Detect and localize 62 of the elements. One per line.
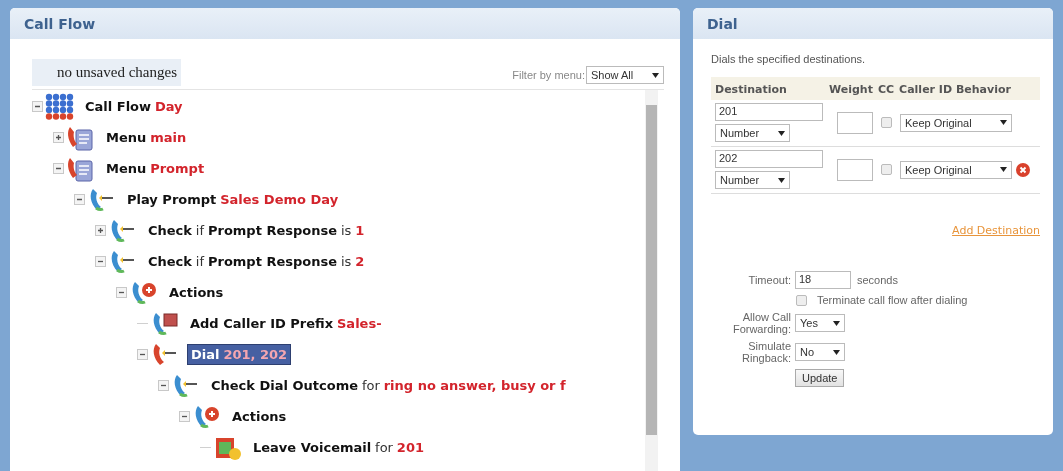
update-button[interactable]: Update [795, 369, 845, 387]
expander-icon[interactable] [116, 287, 127, 298]
node-label[interactable]: Leave Voicemail for 201 [250, 438, 427, 457]
terminate-label: Terminate call flow after dialing [817, 294, 968, 306]
column-header: Caller ID Behavior [899, 83, 1011, 96]
caret-icon [1000, 120, 1007, 125]
node-label[interactable]: Check if Prompt Response is 1 [145, 221, 368, 240]
expander-icon[interactable] [158, 380, 169, 391]
node-label[interactable]: Call Flow Day [82, 97, 186, 116]
forwarding-label: Allow Call Forwarding: [731, 311, 791, 335]
column-header: Destination [715, 83, 788, 96]
node-label[interactable]: Check if Prompt Response is 2 [145, 252, 368, 271]
caret-icon [778, 130, 785, 136]
destination-field[interactable]: 202 [715, 150, 823, 168]
unit-label: seconds [857, 274, 898, 286]
expander-icon[interactable] [53, 132, 64, 143]
caret-icon [652, 72, 659, 78]
description: Dials the specified destinations. [711, 53, 867, 65]
panel-title: Call Flow [24, 15, 96, 32]
filter-select[interactable]: Show All [586, 66, 664, 84]
type-select[interactable]: Number [715, 171, 790, 189]
caret-icon [778, 177, 785, 183]
node-label[interactable]: Actions [166, 283, 227, 302]
expander-icon[interactable] [74, 194, 85, 205]
forwarding-select[interactable]: Yes [795, 314, 845, 332]
expander-icon[interactable] [53, 163, 64, 174]
node-label[interactable]: Check Dial Outcome for ring no answer, busy or f [208, 376, 569, 395]
cc-checkbox[interactable] [881, 164, 892, 175]
destination-field[interactable]: 201 [715, 103, 823, 121]
column-header: Weight [829, 83, 873, 96]
status-message: no unsaved changes [32, 59, 181, 86]
expander-icon[interactable] [95, 225, 106, 236]
remove-icon[interactable] [1016, 162, 1030, 177]
node-label[interactable]: Add Caller ID Prefix Sales- [187, 314, 385, 333]
node-label[interactable]: Dial 201, 202 [187, 344, 292, 365]
caller-id-select[interactable]: Keep Original [900, 160, 1012, 179]
ringback-label: Simulate Ringback: [741, 340, 791, 364]
caret-icon [833, 349, 840, 355]
expander-icon[interactable] [137, 349, 148, 360]
expander-icon[interactable] [32, 101, 43, 112]
timeout-field[interactable]: 18 [795, 271, 851, 289]
caret-icon [833, 320, 840, 326]
caller-id-select[interactable]: Keep Original [900, 113, 1012, 132]
weight-field[interactable] [837, 158, 873, 181]
panel-title: Dial [707, 15, 738, 32]
caret-icon [1000, 167, 1007, 172]
timeout-label: Timeout: [747, 274, 791, 286]
expander-icon[interactable] [179, 411, 190, 422]
scrollbar[interactable] [645, 90, 658, 471]
terminate-checkbox[interactable] [796, 294, 807, 306]
node-label[interactable]: Menu Prompt [103, 159, 208, 178]
grid-icon [45, 92, 75, 121]
ringback-select[interactable]: No [795, 343, 845, 361]
filter-label: Filter by menu: [512, 69, 585, 81]
column-header: CC [877, 83, 895, 96]
weight-field[interactable] [837, 111, 873, 134]
node-label[interactable]: Actions [229, 407, 290, 426]
type-select[interactable]: Number [715, 124, 790, 142]
node-label[interactable]: Menu main [103, 128, 190, 147]
node-label[interactable]: Play Prompt Sales Demo Day [124, 190, 342, 209]
expander-icon[interactable] [95, 256, 106, 267]
cc-checkbox[interactable] [881, 117, 892, 128]
